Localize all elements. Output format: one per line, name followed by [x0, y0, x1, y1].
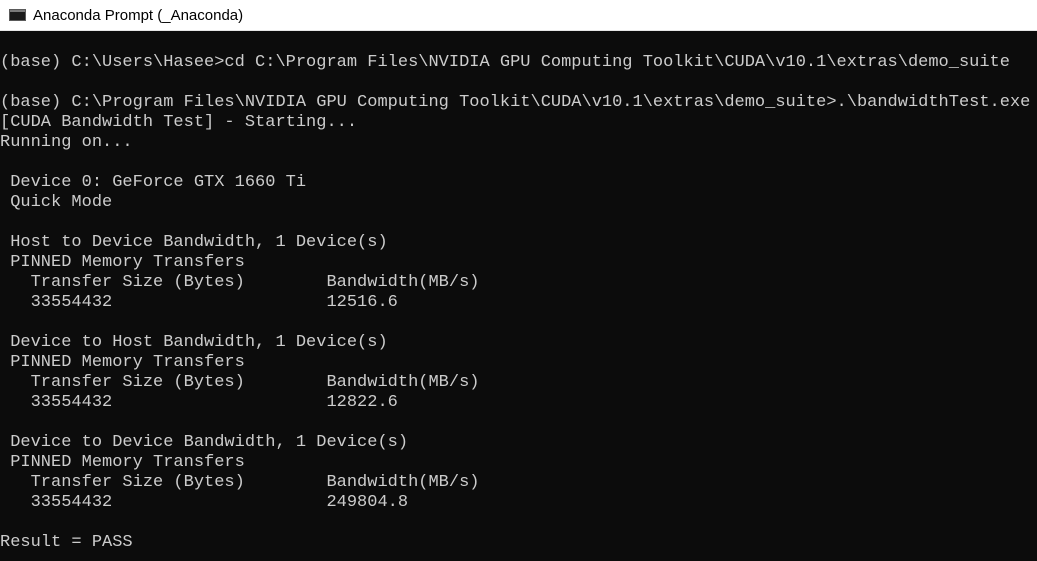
console-output[interactable]: (base) C:\Users\Hasee>cd C:\Program File… — [0, 53, 1037, 553]
console-line: Transfer Size (Bytes) Bandwidth(MB/s) — [0, 473, 480, 492]
console-line: Transfer Size (Bytes) Bandwidth(MB/s) — [0, 373, 480, 392]
terminal-window: Anaconda Prompt (_Anaconda) (base) C:\Us… — [0, 0, 1037, 561]
console-line: Running on... — [0, 133, 133, 152]
console-line: PINNED Memory Transfers — [0, 253, 245, 272]
console-line: (base) C:\Users\Hasee>cd C:\Program File… — [0, 53, 1010, 72]
console-line: [CUDA Bandwidth Test] - Starting... — [0, 113, 358, 132]
console-line: PINNED Memory Transfers — [0, 453, 245, 472]
console-line: Host to Device Bandwidth, 1 Device(s) — [0, 233, 388, 252]
console-line: Result = PASS — [0, 533, 133, 552]
console-line: Quick Mode — [0, 193, 113, 212]
console-line: 33554432 12822.6 — [0, 393, 398, 412]
console-line: Transfer Size (Bytes) Bandwidth(MB/s) — [0, 273, 480, 292]
console-window-icon — [9, 9, 26, 21]
console-line: Device to Device Bandwidth, 1 Device(s) — [0, 433, 409, 452]
window-title: Anaconda Prompt (_Anaconda) — [33, 6, 244, 24]
title-bar[interactable]: Anaconda Prompt (_Anaconda) — [0, 0, 1037, 31]
console-line: 33554432 249804.8 — [0, 493, 409, 512]
console-line: (base) C:\Program Files\NVIDIA GPU Compu… — [0, 93, 1031, 112]
console-line: 33554432 12516.6 — [0, 293, 398, 312]
console-line: PINNED Memory Transfers — [0, 353, 245, 372]
console-line: Device 0: GeForce GTX 1660 Ti — [0, 173, 307, 192]
console-line: Device to Host Bandwidth, 1 Device(s) — [0, 333, 388, 352]
